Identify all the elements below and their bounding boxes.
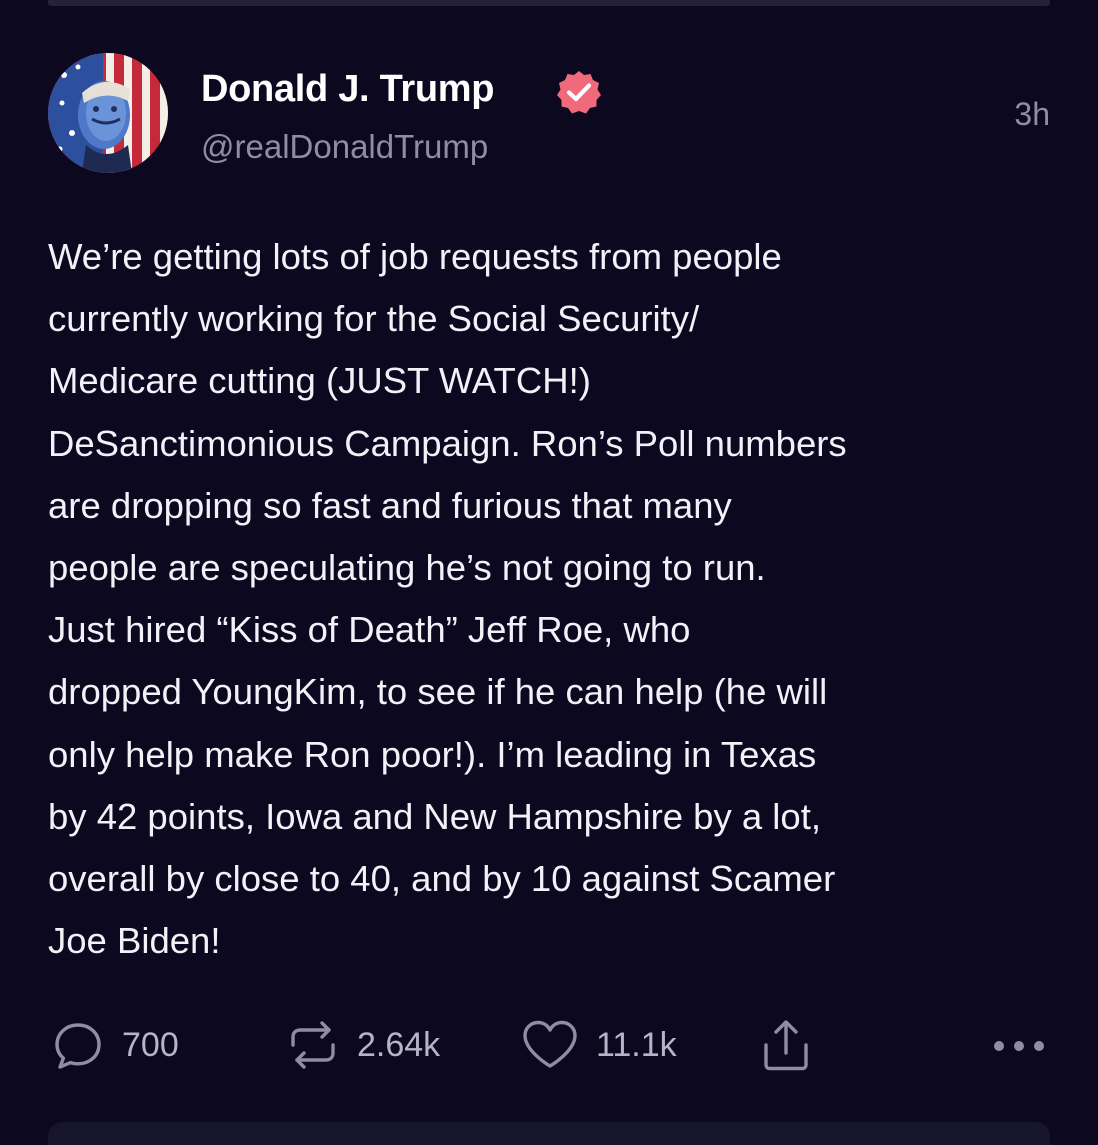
post-body-line: dropped YoungKim, to see if he can help … (48, 671, 828, 713)
reply-count: 700 (122, 1025, 179, 1064)
post-body-line: Joe Biden! (48, 920, 221, 962)
post-timestamp: 3h (1014, 96, 1050, 132)
avatar-image (48, 53, 168, 173)
reply-icon (55, 1023, 101, 1069)
more-options-button[interactable] (990, 1010, 1050, 1080)
share-button[interactable] (758, 1010, 814, 1080)
verified-badge-icon (557, 71, 601, 114)
post-body-line: Just hired “Kiss of Death” Jeff Roe, who (48, 609, 691, 651)
action-bar: 700 2.64k 11.1k (0, 1010, 1098, 1080)
post-body-line: by 42 points, Iowa and New Hampshire by … (48, 795, 821, 837)
like-count: 11.1k (596, 1025, 677, 1064)
heart-icon (523, 1020, 577, 1068)
share-icon (764, 1020, 808, 1071)
next-post-card (48, 1122, 1050, 1145)
post-body-line: DeSanctimonious Campaign. Ron’s Poll num… (48, 422, 847, 464)
post-body-line: only help make Ron poor!). I’m leading i… (48, 733, 817, 775)
screen: Donald J. Trump @realDonaldTrump 3h We’r… (0, 0, 1098, 1145)
post-body-line: Medicare cutting (JUST WATCH!) (48, 360, 591, 402)
post-body-line: are dropping so fast and furious that ma… (48, 484, 732, 526)
like-button[interactable]: 11.1k (520, 1010, 677, 1080)
post-card: Donald J. Trump @realDonaldTrump 3h We’r… (0, 0, 1098, 1145)
post-body-line: overall by close to 40, and by 10 agains… (48, 858, 836, 900)
more-icon (994, 1041, 1044, 1051)
post-body-line: currently working for the Social Securit… (48, 298, 700, 340)
user-avatar[interactable] (48, 53, 168, 173)
reply-button[interactable]: 700 (50, 1010, 179, 1080)
user-handle[interactable]: @realDonaldTrump (201, 128, 488, 166)
display-name[interactable]: Donald J. Trump (201, 68, 495, 111)
repost-count: 2.64k (357, 1025, 441, 1064)
repost-icon (291, 1021, 335, 1069)
post-body-line: We’re getting lots of job requests from … (48, 236, 782, 277)
post-body-line: people are speculating he’s not going to… (48, 547, 766, 589)
repost-button[interactable]: 2.64k (285, 1010, 440, 1080)
post-body: We’re getting lots of job requests from … (48, 226, 1058, 972)
